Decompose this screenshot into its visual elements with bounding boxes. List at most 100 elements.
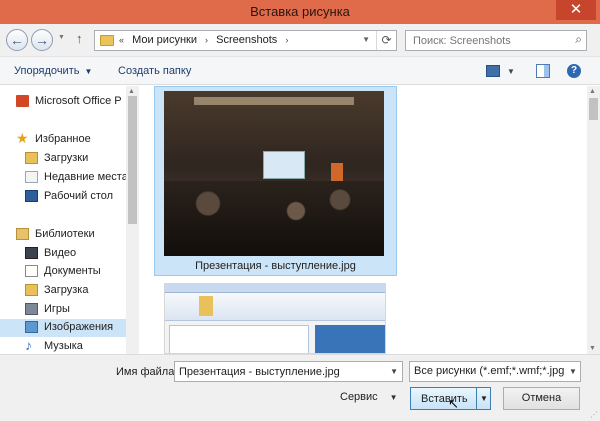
resize-grip-icon[interactable]: ⋰ bbox=[590, 410, 598, 419]
navigation-bar: ← → ▼ ↑ « Мои рисунки › Screenshots › ▼ … bbox=[0, 24, 600, 57]
scroll-up-icon[interactable]: ▲ bbox=[128, 88, 135, 95]
desktop-icon bbox=[25, 190, 38, 202]
sidebar-item-label: Недавние места bbox=[44, 171, 126, 183]
sidebar-item-recent-places[interactable]: Недавние места bbox=[0, 169, 126, 187]
cancel-button[interactable]: Отмена bbox=[503, 387, 580, 410]
tools-label: Сервис bbox=[340, 391, 378, 403]
sidebar-item-downloads[interactable]: Загрузки bbox=[0, 150, 126, 168]
thumbnail-ribbon-button bbox=[199, 296, 213, 316]
view-options-dropdown-icon[interactable]: ▼ bbox=[507, 67, 515, 76]
sidebar-item-documents[interactable]: Документы bbox=[0, 263, 126, 281]
mouse-cursor-icon: ↖ bbox=[448, 396, 459, 411]
office-icon bbox=[16, 95, 29, 107]
back-button[interactable]: ← bbox=[6, 29, 28, 51]
recent-locations-dropdown-icon[interactable]: ▼ bbox=[58, 34, 65, 41]
sidebar-item-label: Библиотеки bbox=[35, 228, 95, 240]
dialog-footer: Имя файла: ▼ Все рисунки (*.emf;*.wmf;*.… bbox=[0, 354, 600, 421]
thumbnail-window-title bbox=[165, 284, 385, 293]
address-bar[interactable]: « Мои рисунки › Screenshots › ▼ ⟳ bbox=[94, 30, 397, 51]
sidebar-item-video[interactable]: Видео bbox=[0, 245, 126, 263]
recent-places-icon bbox=[25, 171, 38, 183]
forward-button[interactable]: → bbox=[31, 29, 53, 51]
downloads-icon bbox=[25, 284, 38, 296]
sidebar-item-favorites[interactable]: ★ Избранное bbox=[0, 131, 126, 149]
search-box[interactable]: ⌕ bbox=[405, 30, 587, 51]
help-icon[interactable]: ? bbox=[567, 64, 581, 78]
thumbnail-ceiling-lights bbox=[194, 97, 354, 105]
sidebar-item-microsoft-office[interactable]: Microsoft Office P bbox=[0, 93, 126, 111]
up-folder-button[interactable]: ↑ bbox=[76, 31, 83, 46]
pictures-icon bbox=[25, 321, 38, 333]
split-divider bbox=[476, 388, 477, 409]
games-icon bbox=[25, 303, 38, 315]
breadcrumb-overflow-icon[interactable]: « bbox=[119, 35, 124, 45]
thumbnail-panel bbox=[169, 325, 309, 353]
thumbnail-ribbon bbox=[165, 293, 385, 321]
preview-pane-icon[interactable] bbox=[536, 64, 550, 78]
address-dropdown-icon[interactable]: ▼ bbox=[362, 35, 370, 44]
search-icon[interactable]: ⌕ bbox=[575, 32, 582, 47]
file-type-select[interactable]: Все рисунки (*.emf;*.wmf;*.jpg ▼ bbox=[409, 361, 581, 382]
filename-field[interactable]: ▼ bbox=[174, 361, 403, 382]
insert-label: Вставить bbox=[421, 393, 468, 405]
refresh-icon[interactable]: ⟳ bbox=[376, 31, 396, 50]
sidebar-item-desktop[interactable]: Рабочий стол bbox=[0, 188, 126, 206]
star-icon: ★ bbox=[16, 131, 29, 146]
window-title: Вставка рисунка bbox=[250, 4, 350, 19]
file-tile[interactable] bbox=[164, 283, 386, 354]
search-input[interactable] bbox=[406, 31, 566, 50]
new-folder-button[interactable]: Создать папку bbox=[118, 65, 191, 77]
chevron-down-icon: ▼ bbox=[389, 393, 398, 402]
filename-input[interactable] bbox=[175, 362, 385, 381]
file-name-label: Презентация - выступление.jpg bbox=[195, 260, 356, 272]
breadcrumb-screenshots[interactable]: Screenshots bbox=[216, 34, 277, 46]
sidebar-item-label: Избранное bbox=[35, 133, 91, 145]
thumbnail-projection-screen bbox=[263, 151, 305, 179]
scrollbar-thumb[interactable] bbox=[128, 96, 137, 224]
downloads-icon bbox=[25, 152, 38, 164]
chevron-down-icon[interactable]: ▼ bbox=[566, 362, 580, 381]
file-type-value: Все рисунки (*.emf;*.wmf;*.jpg bbox=[414, 365, 565, 377]
file-list: Презентация - выступление.jpg bbox=[140, 86, 587, 354]
change-view-icon[interactable] bbox=[486, 65, 500, 77]
window-close-button[interactable]: ✕ bbox=[556, 0, 596, 20]
sidebar-item-label: Загрузка bbox=[44, 284, 89, 296]
thumbnail-audience bbox=[164, 181, 384, 256]
sidebar-item-games[interactable]: Игры bbox=[0, 301, 126, 319]
music-icon: ♪ bbox=[25, 338, 32, 353]
command-bar: Упорядочить ▼ Создать папку ▼ ? bbox=[0, 57, 600, 85]
scroll-down-icon[interactable]: ▼ bbox=[589, 345, 596, 352]
sidebar-item-label: Загрузки bbox=[44, 152, 89, 164]
sidebar-item-label: Музыка bbox=[44, 340, 83, 352]
navigation-pane: Microsoft Office P ★ Избранное Загрузки … bbox=[0, 86, 139, 354]
chevron-down-icon: ▼ bbox=[84, 67, 93, 76]
scrollbar-thumb[interactable] bbox=[589, 98, 598, 120]
organize-button[interactable]: Упорядочить ▼ bbox=[14, 65, 92, 77]
organize-label: Упорядочить bbox=[14, 65, 80, 77]
libraries-icon bbox=[16, 228, 29, 240]
insert-button[interactable]: Вставить ▼ ↖ bbox=[410, 387, 491, 411]
thumbnail-slide bbox=[315, 325, 385, 353]
breadcrumb-separator-icon[interactable]: › bbox=[285, 35, 288, 45]
sidebar-item-pictures[interactable]: Изображения bbox=[0, 319, 126, 337]
breadcrumb-separator-icon[interactable]: › bbox=[205, 35, 208, 45]
file-list-scrollbar[interactable]: ▲ ▼ bbox=[587, 86, 600, 354]
sidebar-item-libraries[interactable]: Библиотеки bbox=[0, 226, 126, 244]
filename-label: Имя файла: bbox=[116, 366, 178, 378]
sidebar-item-music[interactable]: ♪ Музыка bbox=[0, 338, 126, 354]
video-icon bbox=[25, 247, 38, 259]
scroll-up-icon[interactable]: ▲ bbox=[589, 88, 596, 95]
sidebar-item-label: Документы bbox=[44, 265, 101, 277]
file-tile-selected[interactable]: Презентация - выступление.jpg bbox=[154, 86, 397, 276]
breadcrumb-my-pictures[interactable]: Мои рисунки bbox=[132, 34, 197, 46]
chevron-down-icon[interactable]: ▼ bbox=[390, 367, 398, 376]
sidebar-item-label: Видео bbox=[44, 247, 77, 259]
sidebar-item-label: Microsoft Office P bbox=[35, 95, 122, 107]
insert-options-dropdown-icon[interactable]: ▼ bbox=[480, 394, 488, 403]
navigation-pane-scrollbar[interactable]: ▲ bbox=[126, 86, 139, 354]
folder-icon bbox=[100, 35, 114, 46]
tools-button[interactable]: Сервис ▼ bbox=[340, 391, 398, 403]
sidebar-item-download[interactable]: Загрузка bbox=[0, 282, 126, 300]
breadcrumb: « Мои рисунки › Screenshots › bbox=[119, 34, 293, 46]
documents-icon bbox=[25, 265, 38, 277]
